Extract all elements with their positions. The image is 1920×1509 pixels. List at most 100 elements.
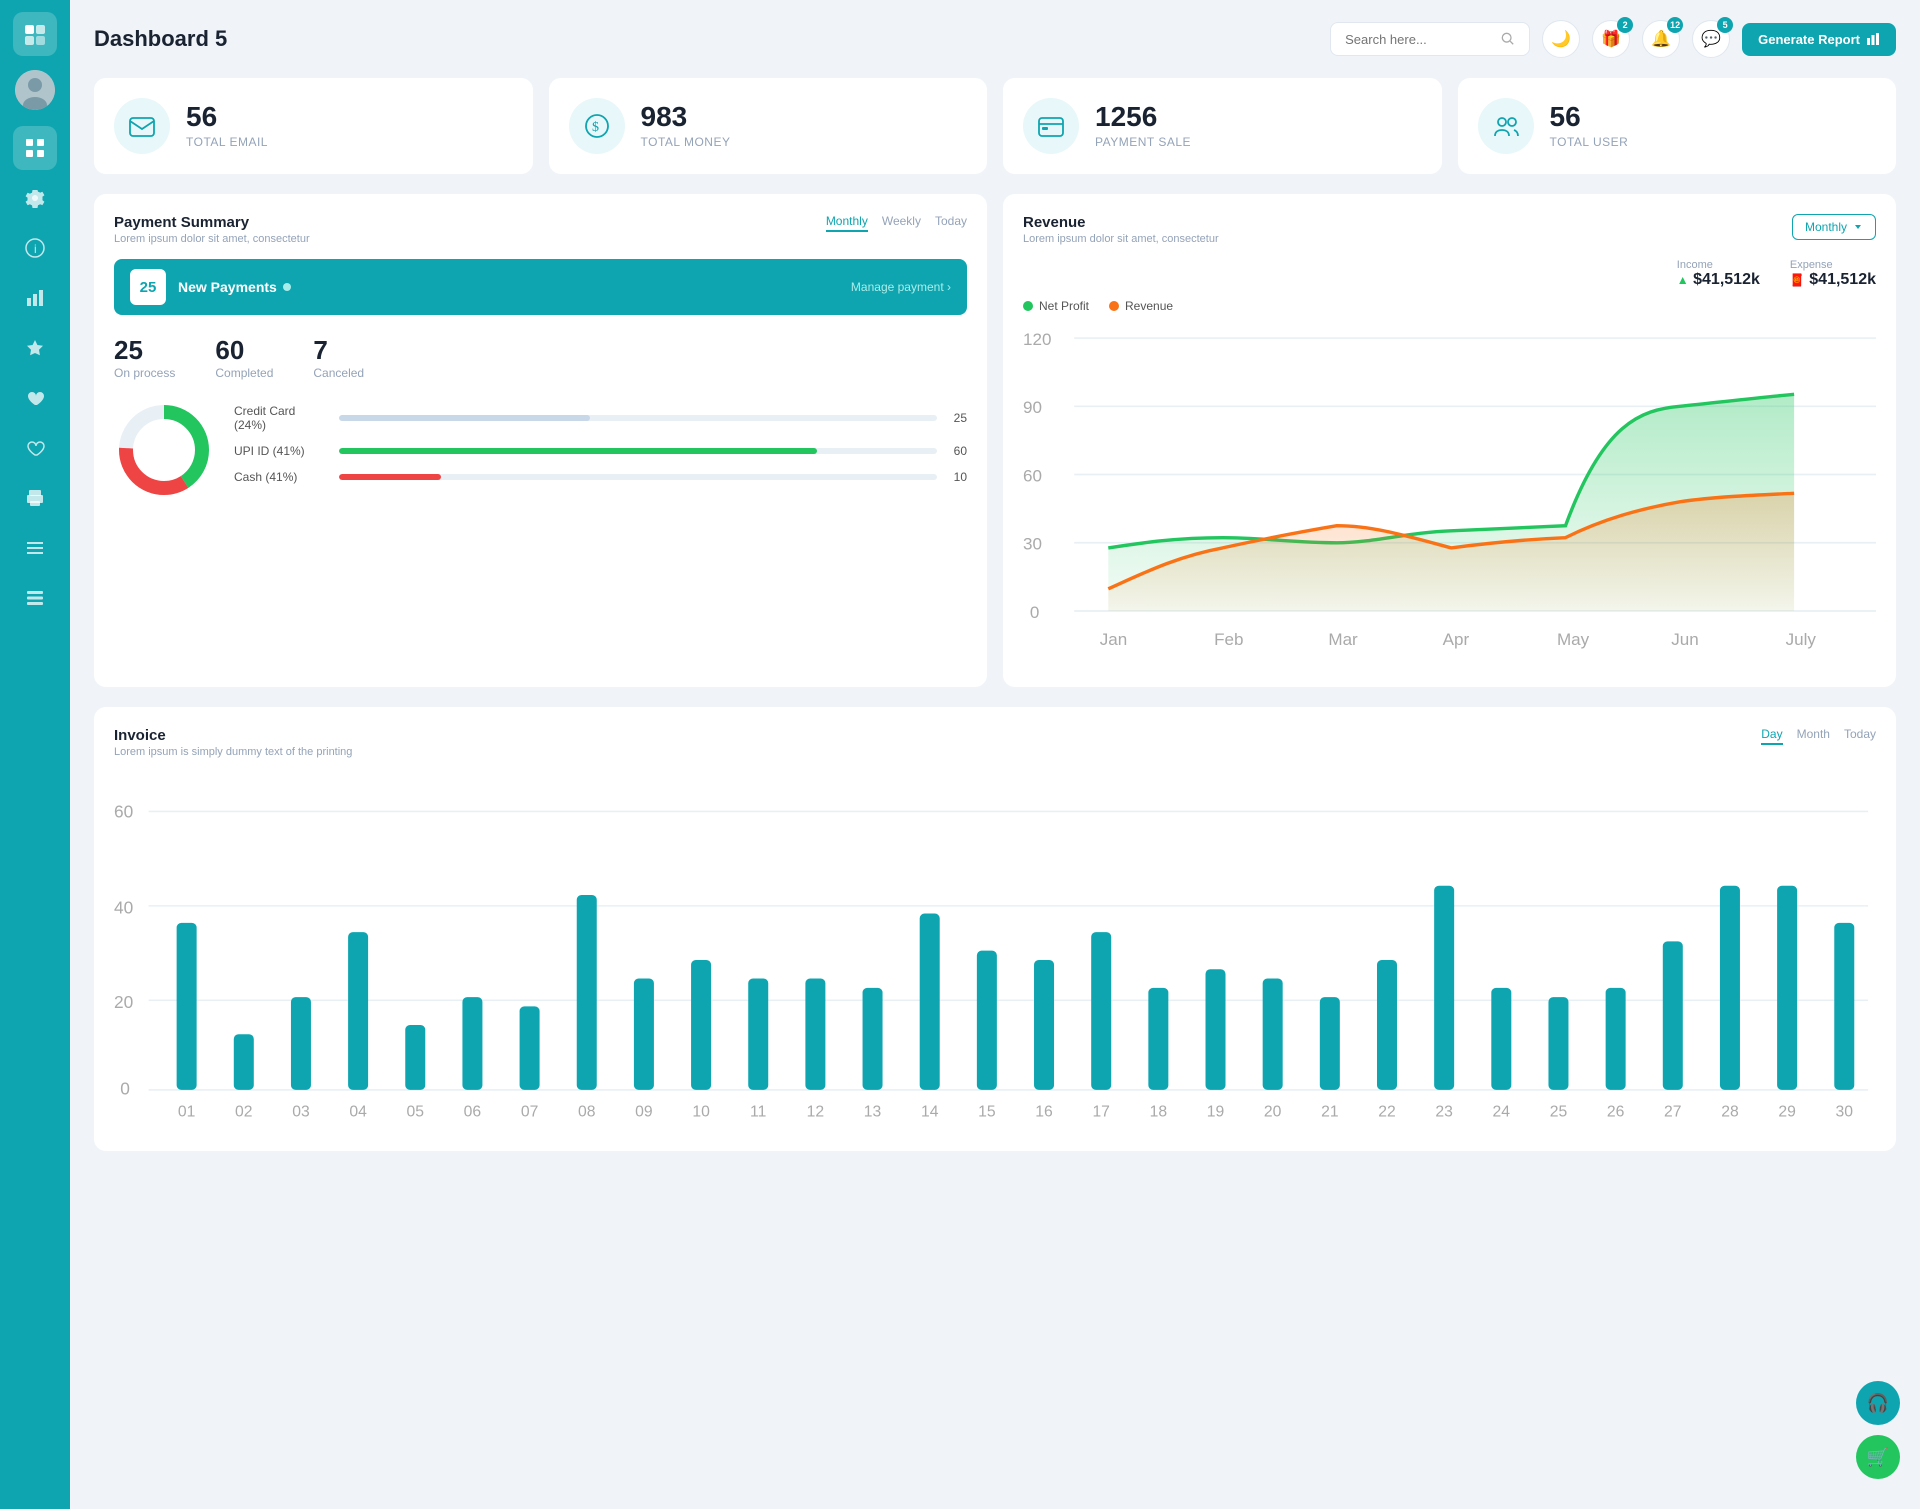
revenue-chart: 120 90 60 30 0 Jan Feb Mar Apr May Jun J… xyxy=(1023,321,1876,662)
page-title: Dashboard 5 xyxy=(94,26,227,52)
bar-11 xyxy=(748,979,768,1090)
tab-monthly[interactable]: Monthly xyxy=(826,214,868,232)
on-process-number: 25 xyxy=(114,335,175,366)
revenue-monthly-dropdown[interactable]: Monthly xyxy=(1792,214,1876,240)
sidebar-item-analytics[interactable] xyxy=(13,276,57,320)
svg-text:0: 0 xyxy=(1030,603,1039,622)
search-box[interactable] xyxy=(1330,22,1530,56)
bar-label-16: 16 xyxy=(1035,1104,1053,1121)
svg-text:60: 60 xyxy=(114,802,133,822)
bar-18 xyxy=(1148,988,1168,1090)
invoice-header: Invoice Lorem ipsum is simply dummy text… xyxy=(114,727,1876,758)
donut-chart xyxy=(114,400,214,500)
revenue-title: Revenue xyxy=(1023,214,1219,231)
credit-card-bar-wrap xyxy=(339,415,937,421)
support-button[interactable]: 🎧 xyxy=(1856,1381,1900,1425)
bar-label-29: 29 xyxy=(1778,1104,1795,1121)
svg-text:90: 90 xyxy=(1023,398,1042,417)
sidebar-item-heart1[interactable] xyxy=(13,376,57,420)
credit-card-bar xyxy=(339,415,590,421)
cash-value: 10 xyxy=(947,470,967,484)
sidebar-item-settings[interactable] xyxy=(13,176,57,220)
svg-text:120: 120 xyxy=(1023,330,1051,349)
invoice-card: Invoice Lorem ipsum is simply dummy text… xyxy=(94,707,1896,1151)
upi-value: 60 xyxy=(947,444,967,458)
theme-toggle-btn[interactable]: 🌙 xyxy=(1542,20,1580,58)
tab-today[interactable]: Today xyxy=(935,214,967,232)
tab-month[interactable]: Month xyxy=(1797,727,1830,745)
stat-card-user: 56 TOTAL USER xyxy=(1458,78,1897,174)
generate-report-label: Generate Report xyxy=(1758,32,1860,47)
sidebar-item-print[interactable] xyxy=(13,476,57,520)
sidebar-item-dashboard[interactable] xyxy=(13,126,57,170)
expense-label: Expense xyxy=(1790,259,1876,271)
upi-bar xyxy=(339,448,817,454)
svg-text:Jan: Jan xyxy=(1100,630,1128,649)
bar-27 xyxy=(1663,942,1683,1091)
stat-card-email: 56 TOTAL EMAIL xyxy=(94,78,533,174)
tab-weekly[interactable]: Weekly xyxy=(882,214,921,232)
bar-5 xyxy=(405,1025,425,1090)
bar-label-9: 09 xyxy=(635,1104,652,1121)
expense-icon: 🧧 xyxy=(1790,273,1805,287)
bar-12 xyxy=(805,979,825,1090)
sidebar-item-list[interactable] xyxy=(13,576,57,620)
chat-btn[interactable]: 💬 5 xyxy=(1692,20,1730,58)
on-process-label: On process xyxy=(114,366,175,380)
generate-report-button[interactable]: Generate Report xyxy=(1742,23,1896,56)
bar-label-26: 26 xyxy=(1607,1104,1625,1121)
svg-text:Jun: Jun xyxy=(1671,630,1699,649)
stats-numbers: 25 On process 60 Completed 7 Canceled xyxy=(114,335,967,380)
bell-btn[interactable]: 🔔 12 xyxy=(1642,20,1680,58)
cash-bar xyxy=(339,474,441,480)
sidebar-logo[interactable] xyxy=(13,12,57,56)
svg-text:Apr: Apr xyxy=(1443,630,1470,649)
cash-bar-wrap xyxy=(339,474,937,480)
search-input[interactable] xyxy=(1345,32,1493,47)
bar-label-18: 18 xyxy=(1150,1104,1168,1121)
new-payments-bar: 25 New Payments Manage payment › xyxy=(114,259,967,315)
chat-icon: 💬 xyxy=(1701,29,1721,49)
sidebar-item-menu[interactable] xyxy=(13,526,57,570)
main-content: Dashboard 5 🌙 🎁 2 🔔 12 💬 5 Gener xyxy=(70,0,1920,1509)
payment-summary-tabs: Monthly Weekly Today xyxy=(826,214,967,232)
canceled-label: Canceled xyxy=(313,366,364,380)
on-process-stat: 25 On process xyxy=(114,335,175,380)
canceled-stat: 7 Canceled xyxy=(313,335,364,380)
support-icon: 🎧 xyxy=(1867,1393,1889,1414)
tab-day[interactable]: Day xyxy=(1761,727,1782,745)
payment-summary-title: Payment Summary xyxy=(114,214,310,231)
payment-summary-card: Payment Summary Lorem ipsum dolor sit am… xyxy=(94,194,987,687)
money-icon: $ xyxy=(569,98,625,154)
invoice-tabs: Day Month Today xyxy=(1761,727,1876,745)
svg-text:20: 20 xyxy=(114,992,133,1012)
gift-btn[interactable]: 🎁 2 xyxy=(1592,20,1630,58)
stat-label-user: TOTAL USER xyxy=(1550,135,1629,149)
revenue-card: Revenue Lorem ipsum dolor sit amet, cons… xyxy=(1003,194,1896,687)
credit-card-value: 25 xyxy=(947,411,967,425)
bar-label-30: 30 xyxy=(1836,1104,1854,1121)
sidebar-item-heart2[interactable] xyxy=(13,426,57,470)
avatar[interactable] xyxy=(15,70,55,110)
bar-2 xyxy=(234,1034,254,1090)
credit-card-label: Credit Card (24%) xyxy=(234,404,329,432)
payment-summary-header: Payment Summary Lorem ipsum dolor sit am… xyxy=(114,214,967,245)
sidebar-item-favorites[interactable] xyxy=(13,326,57,370)
upi-bar-wrap xyxy=(339,448,937,454)
legend-net-profit: Net Profit xyxy=(1023,299,1089,313)
svg-text:0: 0 xyxy=(120,1079,130,1099)
manage-payment-link[interactable]: Manage payment › xyxy=(851,280,951,294)
bar-16 xyxy=(1034,960,1054,1090)
stat-label-money: TOTAL MONEY xyxy=(641,135,731,149)
sidebar-item-info[interactable]: i xyxy=(13,226,57,270)
payment-summary-info: Payment Summary Lorem ipsum dolor sit am… xyxy=(114,214,310,245)
bar-29 xyxy=(1777,886,1797,1090)
tab-today[interactable]: Today xyxy=(1844,727,1876,745)
payment-bottom: Credit Card (24%) 25 UPI ID (41%) 60 xyxy=(114,400,967,500)
bell-badge: 12 xyxy=(1667,17,1683,33)
revenue-header: Revenue Lorem ipsum dolor sit amet, cons… xyxy=(1023,214,1876,245)
bar-10 xyxy=(691,960,711,1090)
svg-text:i: i xyxy=(34,242,37,256)
bar-label-19: 19 xyxy=(1207,1104,1224,1121)
cart-button[interactable]: 🛒 xyxy=(1856,1435,1900,1479)
